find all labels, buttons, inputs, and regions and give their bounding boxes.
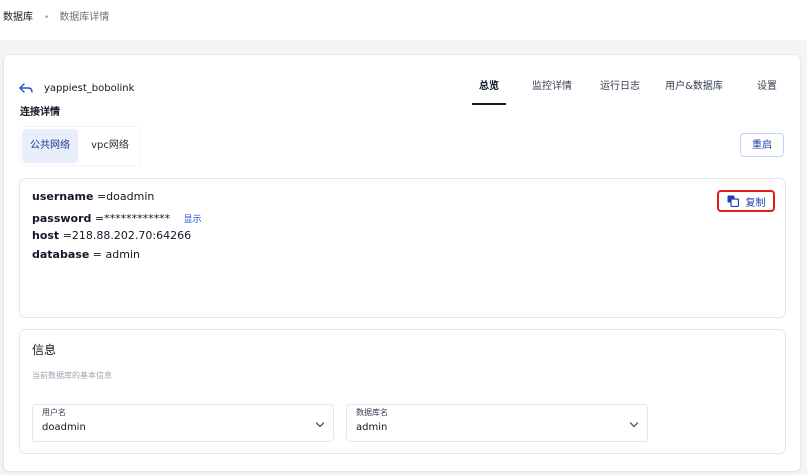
- database-row: database = admin: [32, 248, 140, 262]
- tab-vpc-network[interactable]: vpc网络: [82, 129, 138, 163]
- database-select-value: admin: [356, 422, 388, 433]
- network-tabs: 公共网络 vpc网络: [20, 127, 140, 165]
- chevron-down-icon: [315, 422, 325, 428]
- tab-monitoring[interactable]: 监控详情: [530, 77, 574, 105]
- database-name: yappiest_bobolink: [44, 83, 135, 94]
- database-detail-card: yappiest_bobolink 总览 监控详情 运行日志 用户&数据库 设置…: [3, 54, 801, 472]
- username-select-label: 用户名: [42, 408, 66, 417]
- tab-settings[interactable]: 设置: [754, 77, 780, 105]
- database-select[interactable]: 数据库名 admin: [346, 404, 648, 442]
- breadcrumb-current: 数据库详情: [59, 12, 110, 23]
- copy-label: 复制: [745, 197, 766, 209]
- username-select[interactable]: 用户名 doadmin: [32, 404, 334, 442]
- tab-logs[interactable]: 运行日志: [598, 77, 642, 105]
- username-key: username: [32, 190, 94, 203]
- host-key: host: [32, 229, 60, 242]
- host-value: =218.88.202.70:64266: [62, 229, 192, 242]
- connection-info-box: username =doadmin password =************…: [19, 178, 786, 318]
- database-select-label: 数据库名: [356, 408, 388, 417]
- breadcrumb-root[interactable]: 数据库: [3, 11, 33, 25]
- username-select-value: doadmin: [42, 422, 86, 433]
- copy-button[interactable]: 复制: [717, 190, 775, 212]
- copy-icon: [727, 195, 739, 207]
- show-password-link[interactable]: 显示: [184, 215, 202, 225]
- username-value: =doadmin: [96, 190, 155, 203]
- database-key: database: [32, 248, 90, 261]
- password-value: =************: [94, 212, 171, 225]
- info-title: 信息: [32, 343, 57, 357]
- tab-public-network[interactable]: 公共网络: [22, 129, 78, 163]
- restart-button[interactable]: 重启: [740, 133, 784, 157]
- password-key: password: [32, 212, 92, 225]
- tab-users-databases[interactable]: 用户&数据库: [664, 77, 724, 105]
- password-row: password =************ 显示: [32, 212, 202, 227]
- arrow-back-icon[interactable]: [18, 82, 34, 96]
- chevron-down-icon: [629, 422, 639, 428]
- info-subtitle: 当前数据库的基本信息: [32, 371, 112, 380]
- top-bar: 数据库 • 数据库详情: [0, 0, 807, 40]
- database-value: = admin: [92, 248, 140, 261]
- tab-overview[interactable]: 总览: [472, 77, 506, 105]
- breadcrumb: 数据库 • 数据库详情: [3, 11, 109, 25]
- info-box: 信息 当前数据库的基本信息 用户名 doadmin 数据库名 admin: [19, 329, 786, 454]
- breadcrumb-separator: •: [44, 13, 50, 23]
- connection-details-title: 连接详情: [20, 107, 60, 118]
- username-row: username =doadmin: [32, 190, 154, 204]
- host-row: host =218.88.202.70:64266: [32, 229, 191, 243]
